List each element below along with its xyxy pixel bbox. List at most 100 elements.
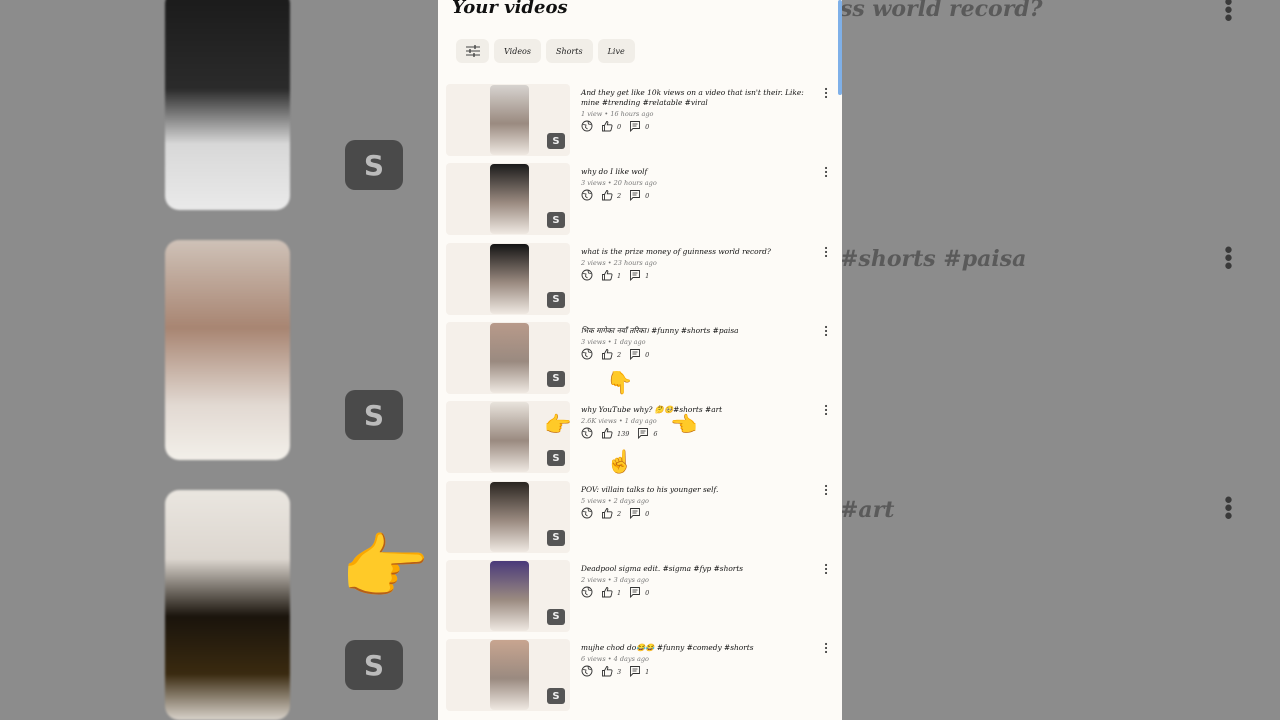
video-meta: 3 views • 1 day ago <box>581 337 646 346</box>
more-vert-icon[interactable]: · · · <box>821 481 831 500</box>
video-thumbnail[interactable] <box>490 243 529 314</box>
like-count: 1 <box>617 588 622 597</box>
video-row[interactable]: S भिक मागेका नयाँ तरिका। #funny #shorts … <box>446 321 838 394</box>
more-vert-icon: • • • <box>1222 0 1235 32</box>
pointing-down-emoji: 👇 <box>606 371 634 396</box>
comment-count: 0 <box>645 192 650 201</box>
background-title: ss world record? <box>840 0 1043 22</box>
background-thumbnail <box>165 490 290 720</box>
pointing-up-emoji: ☝️ <box>606 450 634 475</box>
comment-icon <box>629 665 641 679</box>
comment-count: 1 <box>645 271 650 280</box>
video-row[interactable]: S Deadpool sigma edit. #sigma #fyp #shor… <box>446 559 838 632</box>
video-title[interactable]: why YouTube why? 🤔🥺#shorts #art <box>581 405 821 415</box>
comment-count: 0 <box>645 350 650 359</box>
shorts-badge-icon: S <box>547 688 565 705</box>
more-vert-icon[interactable]: · · · <box>821 243 831 262</box>
video-row[interactable]: S why do I like wolf 3 views • 20 hours … <box>446 163 838 236</box>
video-row[interactable]: S And they get like 10k views on a video… <box>446 84 838 156</box>
comment-icon <box>629 586 641 600</box>
globe-icon <box>581 507 593 521</box>
more-vert-icon[interactable]: · · · <box>821 84 831 103</box>
globe-icon <box>581 586 593 600</box>
more-vert-icon[interactable]: · · · <box>821 401 831 420</box>
shorts-badge-icon: S <box>547 370 565 387</box>
like-count: 0 <box>617 123 622 131</box>
more-vert-icon[interactable]: · · · <box>821 163 831 182</box>
globe-icon <box>581 120 593 134</box>
video-meta: 6 views • 4 days ago <box>581 655 649 664</box>
filter-button[interactable] <box>456 39 489 63</box>
video-thumbnail[interactable] <box>490 402 529 473</box>
pointing-right-emoji: 👉 <box>544 413 572 438</box>
video-thumbnail[interactable] <box>490 85 529 155</box>
like-count: 2 <box>617 192 622 201</box>
video-meta: 2 views • 3 days ago <box>581 575 649 584</box>
video-row[interactable]: S POV: villain talks to his younger self… <box>446 480 838 553</box>
more-vert-icon[interactable]: · · · <box>821 560 831 579</box>
tab-videos[interactable]: Videos <box>494 39 541 63</box>
more-vert-icon[interactable]: · · · <box>821 639 831 658</box>
shorts-logo-icon: S <box>345 640 403 690</box>
background-title: #art <box>840 497 895 523</box>
scrollbar[interactable] <box>838 0 842 95</box>
thumbs-up-icon <box>601 586 613 600</box>
video-stats: 1 1 <box>581 269 649 283</box>
globe-icon <box>581 348 593 362</box>
more-vert-icon: • • • <box>1222 489 1235 530</box>
video-stats: 1 0 <box>581 586 649 600</box>
shorts-badge-icon: S <box>547 450 565 467</box>
comment-icon <box>629 120 641 134</box>
video-title[interactable]: mujhe chod do😂😂 #funny #comedy #shorts <box>581 643 821 653</box>
more-vert-icon[interactable]: · · · <box>821 322 831 341</box>
video-thumbnail[interactable] <box>490 322 529 393</box>
video-title[interactable]: why do I like wolf <box>581 167 821 177</box>
video-row[interactable]: S what is the prize money of guinness wo… <box>446 242 838 315</box>
tab-live[interactable]: Live <box>597 39 635 63</box>
thumbs-up-icon <box>601 507 613 521</box>
video-row[interactable]: S why YouTube why? 🤔🥺#shorts #art 2.6K v… <box>446 401 838 474</box>
video-meta: 5 views • 2 days ago <box>581 496 649 505</box>
like-count: 3 <box>617 668 622 677</box>
comment-count: 0 <box>645 509 650 518</box>
video-title[interactable]: Deadpool sigma edit. #sigma #fyp #shorts <box>581 564 821 574</box>
shorts-badge-icon: S <box>547 529 565 546</box>
video-thumbnail[interactable] <box>490 481 529 552</box>
video-meta: 3 views • 20 hours ago <box>581 179 657 188</box>
filter-chips: Videos Shorts Live <box>456 39 635 63</box>
like-count: 2 <box>617 350 622 359</box>
globe-icon <box>581 269 593 283</box>
comment-count: 6 <box>653 430 658 439</box>
video-thumbnail[interactable] <box>490 164 529 235</box>
video-title[interactable]: POV: villain talks to his younger self. <box>581 485 821 495</box>
comment-count: 0 <box>645 123 650 131</box>
shorts-badge-icon: S <box>547 133 565 149</box>
comment-count: 0 <box>645 588 650 597</box>
comment-icon <box>629 269 641 283</box>
more-vert-icon: • • • <box>1222 239 1235 280</box>
like-count: 139 <box>617 430 630 439</box>
comment-icon <box>629 348 641 362</box>
background-thumbnail <box>165 0 290 210</box>
video-title[interactable]: And they get like 10k views on a video t… <box>581 88 821 108</box>
tab-shorts[interactable]: Shorts <box>545 39 593 63</box>
video-stats: 2 0 <box>581 348 649 362</box>
video-thumbnail[interactable] <box>490 560 529 631</box>
video-stats: 3 1 <box>581 665 649 679</box>
thumbs-up-icon <box>601 269 613 283</box>
video-row[interactable]: S mujhe chod do😂😂 #funny #comedy #shorts… <box>446 639 838 712</box>
background-thumbnail <box>165 240 290 460</box>
video-stats: 2 0 <box>581 507 649 521</box>
globe-icon <box>581 665 593 679</box>
like-count: 1 <box>617 271 622 280</box>
pointing-right-emoji: 👉 <box>340 525 430 609</box>
video-stats: 2 0 <box>581 189 649 203</box>
video-title[interactable]: भिक मागेका नयाँ तरिका। #funny #shorts #p… <box>581 326 821 336</box>
video-thumbnail[interactable] <box>490 640 529 711</box>
your-videos-panel: Your videos Videos Shorts Live S And the… <box>438 0 842 720</box>
shorts-badge-icon: S <box>547 212 565 229</box>
comment-icon <box>629 189 641 203</box>
page-title: Your videos <box>452 0 568 18</box>
video-title[interactable]: what is the prize money of guinness worl… <box>581 247 821 257</box>
thumbs-up-icon <box>601 348 613 362</box>
